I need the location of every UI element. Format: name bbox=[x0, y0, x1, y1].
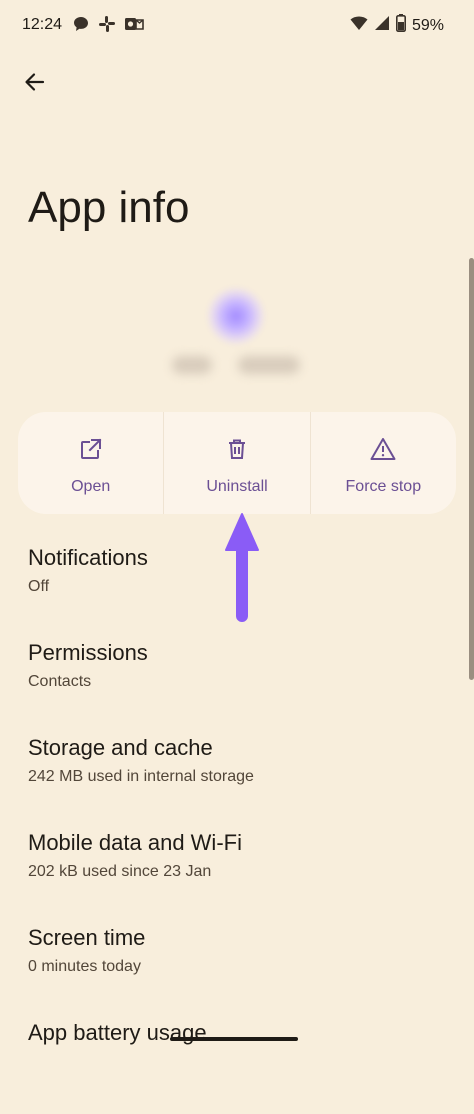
chat-bubble-icon bbox=[72, 15, 90, 33]
status-time: 12:24 bbox=[22, 16, 63, 33]
settings-item-notifications[interactable]: Notifications Off bbox=[28, 544, 454, 639]
settings-item-permissions[interactable]: Permissions Contacts bbox=[28, 639, 454, 734]
settings-list: Notifications Off Permissions Contacts S… bbox=[28, 544, 454, 1114]
setting-subtitle: 202 kB used since 23 Jan bbox=[28, 863, 212, 880]
setting-title: Notifications bbox=[28, 545, 148, 570]
system-status: 59% bbox=[350, 14, 444, 37]
notification-icons bbox=[72, 15, 144, 33]
setting-subtitle: Off bbox=[28, 578, 50, 595]
open-button[interactable]: Open bbox=[18, 412, 163, 514]
setting-subtitle: 0 minutes today bbox=[28, 958, 141, 975]
settings-item-battery[interactable]: App battery usage bbox=[28, 1019, 454, 1114]
slack-icon bbox=[98, 15, 116, 33]
uninstall-label: Uninstall bbox=[206, 478, 268, 495]
setting-title: App battery usage bbox=[28, 1020, 207, 1045]
status-bar: 12:24 59% bbox=[0, 0, 474, 52]
settings-item-mobile-data[interactable]: Mobile data and Wi-Fi 202 kB used since … bbox=[28, 829, 454, 924]
app-icon-blurred bbox=[208, 288, 264, 344]
outlook-icon bbox=[124, 15, 144, 33]
back-button[interactable] bbox=[18, 68, 50, 100]
setting-title: Mobile data and Wi-Fi bbox=[28, 830, 242, 855]
app-name-blurred bbox=[170, 352, 304, 378]
warning-triangle-icon bbox=[370, 436, 396, 462]
force-stop-label: Force stop bbox=[345, 478, 422, 495]
battery-icon bbox=[395, 14, 406, 37]
setting-title: Screen time bbox=[28, 925, 146, 950]
scrollbar[interactable] bbox=[469, 258, 474, 680]
setting-subtitle: 242 MB used in internal storage bbox=[28, 768, 254, 785]
open-external-icon bbox=[78, 436, 104, 462]
trash-icon bbox=[224, 436, 250, 462]
setting-title: Permissions bbox=[28, 640, 148, 665]
home-indicator[interactable] bbox=[170, 1037, 298, 1041]
force-stop-button[interactable]: Force stop bbox=[309, 412, 456, 514]
signal-icon bbox=[374, 15, 390, 36]
battery-percentage: 59% bbox=[411, 16, 444, 34]
back-arrow-icon bbox=[23, 71, 45, 98]
page-title: App info bbox=[28, 183, 190, 232]
wifi-icon bbox=[350, 15, 368, 36]
uninstall-button[interactable]: Uninstall bbox=[163, 412, 309, 514]
settings-item-screen-time[interactable]: Screen time 0 minutes today bbox=[28, 924, 454, 1019]
setting-subtitle: Contacts bbox=[28, 673, 92, 690]
open-label: Open bbox=[71, 478, 111, 495]
setting-title: Storage and cache bbox=[28, 735, 213, 760]
settings-item-storage[interactable]: Storage and cache 242 MB used in interna… bbox=[28, 734, 454, 829]
app-actions-card: Open Uninstall Force stop bbox=[18, 412, 456, 514]
